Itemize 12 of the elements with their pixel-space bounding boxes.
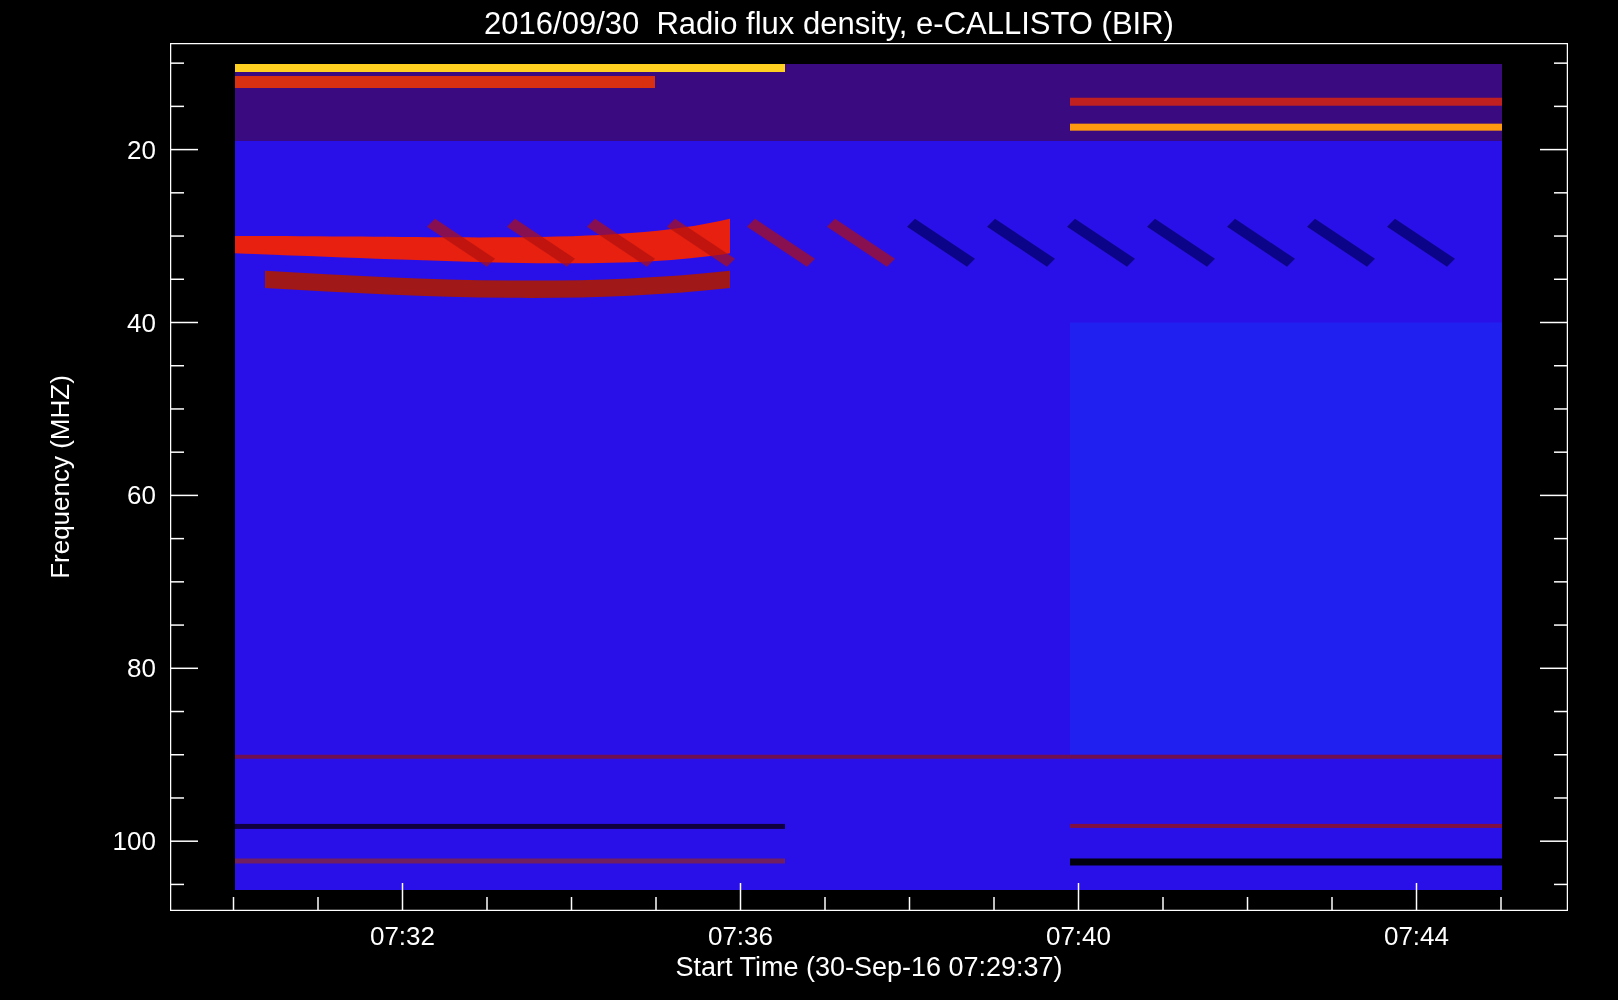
x-tick-label: 07:44 bbox=[1382, 921, 1451, 951]
x-tick-label: 07:40 bbox=[1044, 921, 1113, 951]
y-tick-label: 20 bbox=[127, 134, 156, 165]
y-tick-label: 100 bbox=[112, 826, 156, 857]
y-tick-label: 40 bbox=[127, 307, 156, 338]
x-tick-label: 07:36 bbox=[706, 921, 775, 951]
x-axis-label: Start Time (30-Sep-16 07:29:37) bbox=[675, 951, 1063, 983]
y-tick-label: 60 bbox=[127, 480, 156, 511]
x-tick-label: 07:32 bbox=[368, 921, 437, 951]
chart-title: 2016/09/30 Radio flux density, e-CALLISTO (BIR) bbox=[484, 5, 1174, 43]
y-tick-label: 80 bbox=[127, 653, 156, 684]
y-axis-label: Frequency (MHZ) bbox=[45, 375, 75, 579]
